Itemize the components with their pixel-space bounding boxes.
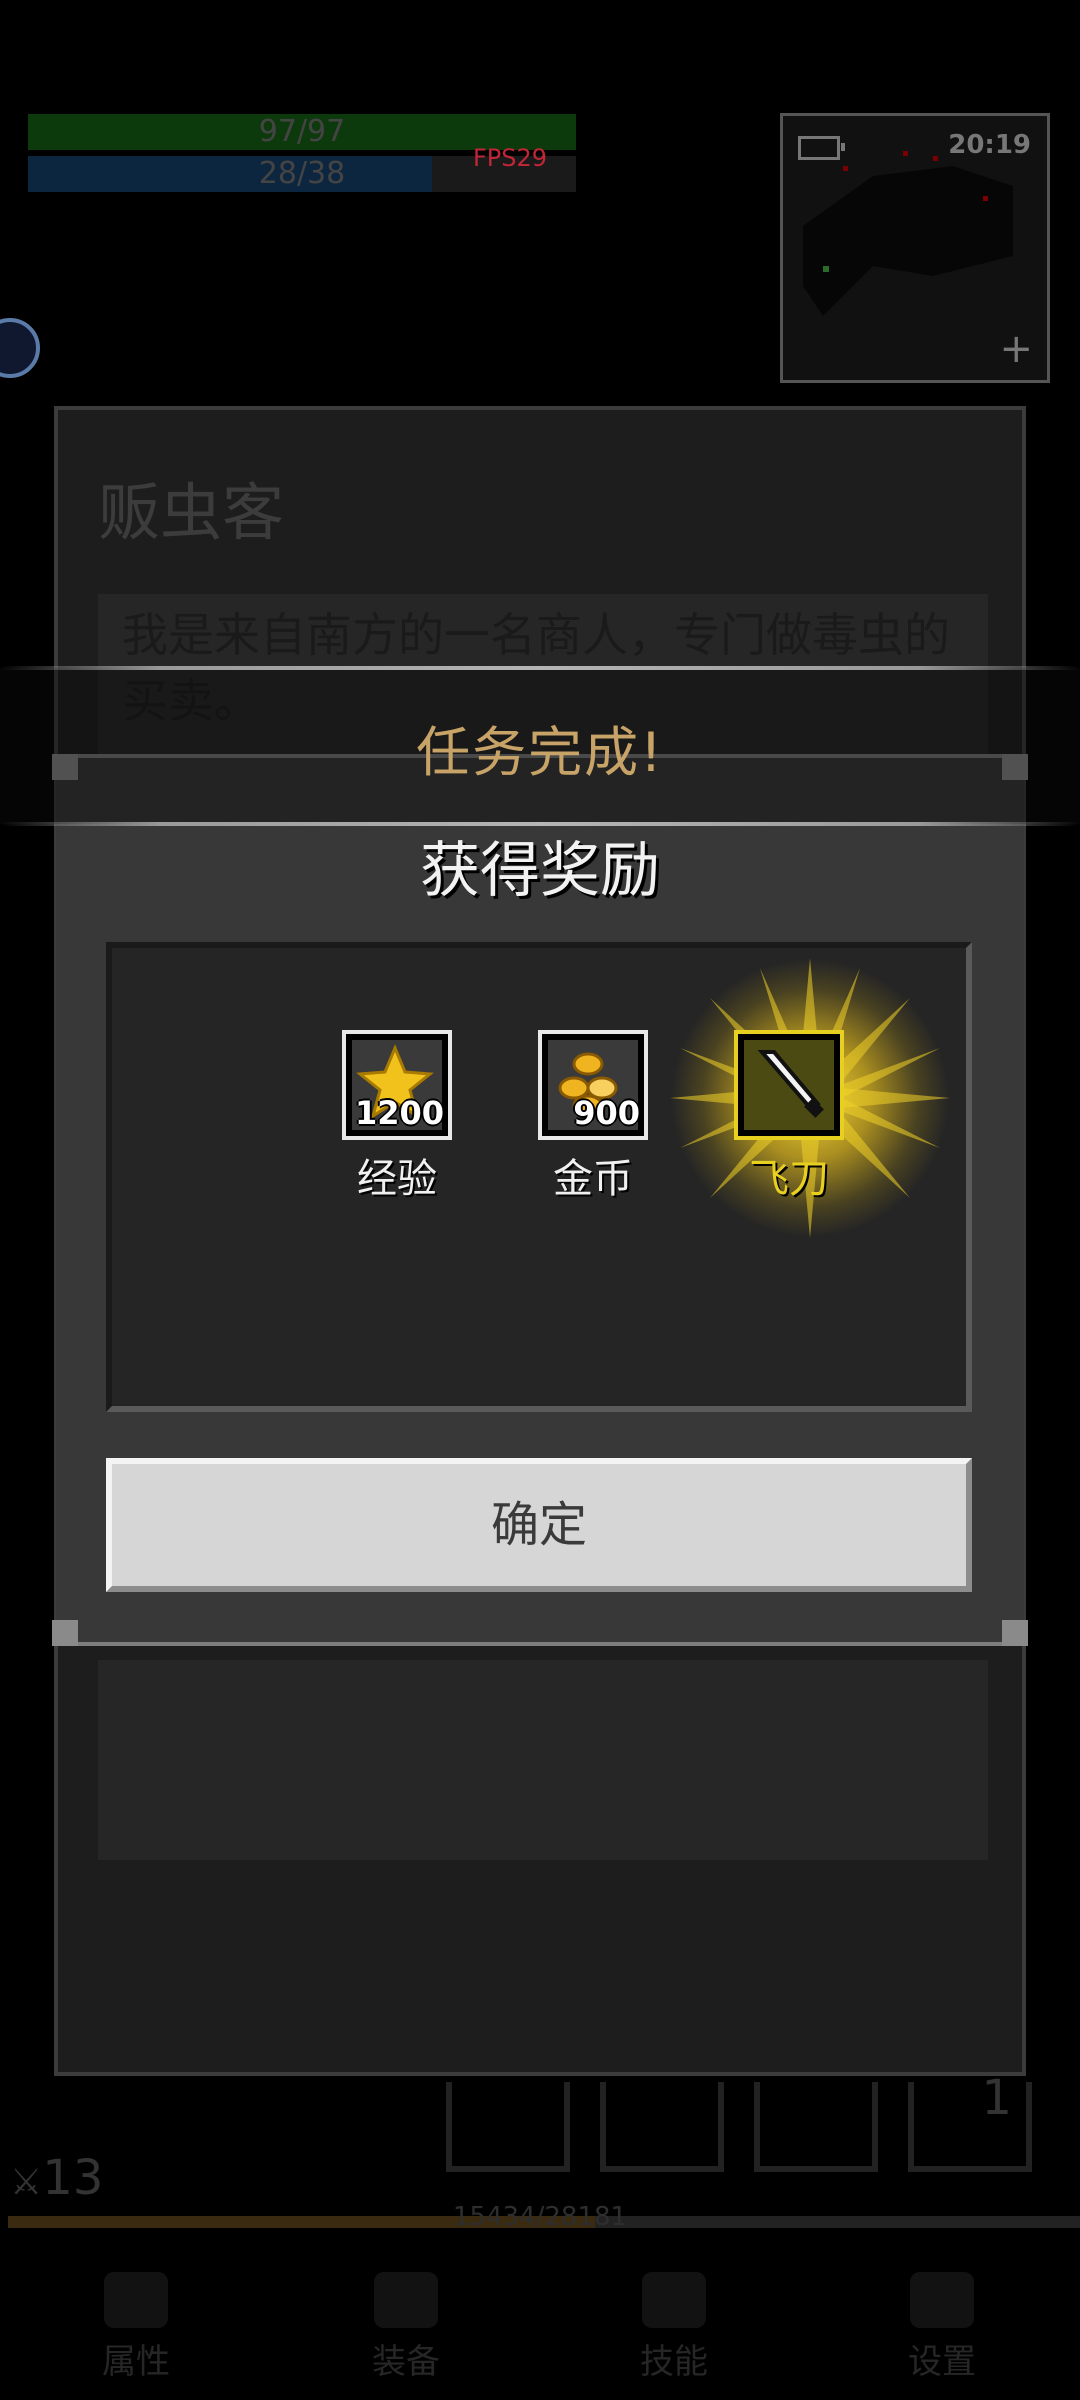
nav-skills[interactable]: 技能 (594, 2272, 754, 2383)
reward-label: 飞刀 (749, 1156, 829, 1202)
throwing-knife-icon (757, 1050, 824, 1118)
sword-icon: ⚔ (10, 2162, 43, 2203)
merchant-options-box (98, 1660, 988, 1860)
reward-icon-bg (744, 1040, 834, 1130)
gear-icon (910, 2272, 974, 2328)
crystal-icon (642, 2272, 706, 2328)
quickslot-1[interactable] (446, 2082, 570, 2172)
reward-icon-frame: 900 (538, 1030, 648, 1140)
quickslot-3[interactable] (754, 2082, 878, 2172)
minimap[interactable]: 20:19 + (780, 113, 1050, 383)
nav-label: 技能 (640, 2342, 708, 2382)
confirm-button[interactable]: 确定 (106, 1458, 972, 1592)
reward-icon-frame: 1200 (342, 1030, 452, 1140)
reward-items-box: 1200 经验 900 金币 飞刀 (106, 942, 972, 1412)
nav-label: 装备 (372, 2342, 440, 2382)
quickslot-4[interactable]: 1 (908, 2070, 1032, 2172)
panel-corner (52, 1620, 78, 1646)
nav-settings[interactable]: 设置 (862, 2272, 1022, 2383)
player-level-value: 13 (42, 2150, 104, 2206)
bottom-nav: 属性 装备 技能 设置 (0, 2232, 1080, 2400)
xp-text: 15434/28181 (452, 2202, 628, 2232)
reward-heading: 获得奖励 (420, 836, 660, 906)
merchant-name: 贩虫客 (98, 476, 285, 549)
helmet-icon (104, 2272, 168, 2328)
nav-label: 属性 (102, 2342, 170, 2382)
quickslot-2[interactable] (600, 2082, 724, 2172)
quickslot-count: 1 (981, 2070, 1012, 2126)
nav-equipment[interactable]: 装备 (326, 2272, 486, 2383)
zoom-plus-icon[interactable]: + (999, 326, 1033, 372)
reward-icon-frame (734, 1030, 844, 1140)
quest-complete-title: 任务完成! (416, 721, 664, 784)
reward-label: 金币 (553, 1156, 633, 1202)
nav-label: 设置 (908, 2342, 976, 2382)
reward-count: 900 (573, 1094, 640, 1132)
reward-count: 1200 (354, 1094, 444, 1132)
banner-line-top (0, 666, 1080, 670)
nav-attributes[interactable]: 属性 (56, 2272, 216, 2383)
status-badge-icon[interactable] (0, 318, 40, 378)
fps-counter: FPS29 (473, 144, 548, 172)
player-level: ⚔13 (10, 2150, 103, 2206)
reward-label: 经验 (357, 1156, 437, 1202)
panel-corner (1002, 1620, 1028, 1646)
bag-icon (374, 2272, 438, 2328)
